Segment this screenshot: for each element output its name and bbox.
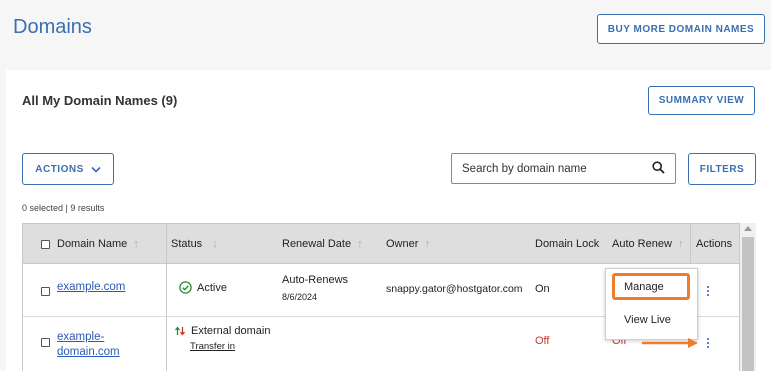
chevron-down-icon bbox=[91, 166, 101, 173]
column-header-domain-name[interactable]: Domain Name ↑ bbox=[57, 224, 139, 264]
column-label: Actions bbox=[696, 238, 733, 250]
search-input[interactable] bbox=[460, 161, 644, 176]
select-all-checkbox[interactable] bbox=[41, 240, 50, 249]
filters-button[interactable]: FILTERS bbox=[688, 153, 756, 185]
page-title: Domains bbox=[13, 16, 92, 38]
row-actions-menu-icon[interactable] bbox=[706, 336, 710, 350]
actions-dropdown-button[interactable]: ACTIONS bbox=[22, 153, 114, 185]
column-label: Status bbox=[171, 238, 203, 250]
table-header: Domain Name ↑ Status ↓ Renewal Date ↑ Ow… bbox=[23, 224, 739, 371]
sort-up-arrow-icon[interactable]: ↑ bbox=[133, 238, 139, 250]
results-count: 0 selected | 9 results bbox=[22, 203, 105, 213]
column-header-owner[interactable]: Owner ↑ bbox=[386, 224, 430, 264]
scroll-up-arrow-icon[interactable] bbox=[744, 226, 752, 231]
manage-highlight-box bbox=[612, 273, 690, 300]
status-text: External domain bbox=[191, 325, 271, 337]
column-label: Domain Name bbox=[57, 238, 128, 250]
check-circle-icon bbox=[179, 281, 192, 294]
domain-link-group[interactable]: example- domain.com bbox=[57, 330, 120, 360]
table-scrollbar[interactable] bbox=[740, 223, 756, 371]
column-header-auto-renew[interactable]: Auto Renew ↑ bbox=[612, 224, 683, 264]
column-label: Domain Lock bbox=[535, 238, 600, 250]
transfer-arrows-icon bbox=[174, 326, 186, 336]
sort-up-arrow-icon[interactable]: ↑ bbox=[424, 238, 430, 250]
renewal-date: 8/6/2024 bbox=[282, 292, 318, 302]
column-header-renewal-date[interactable]: Renewal Date ↑ bbox=[282, 224, 363, 264]
buy-more-domain-names-button[interactable]: BUY MORE DOMAIN NAMES bbox=[597, 14, 765, 44]
transfer-in-link[interactable]: Transfer in bbox=[190, 341, 235, 352]
search-icon[interactable] bbox=[652, 161, 665, 174]
scrollbar-thumb[interactable] bbox=[742, 237, 754, 371]
pointer-arrow-icon bbox=[642, 338, 698, 348]
actions-label: ACTIONS bbox=[35, 163, 84, 175]
view-live-menu-item[interactable]: View Live bbox=[624, 314, 671, 326]
column-label: Auto Renew bbox=[612, 238, 672, 250]
row-actions-menu-icon[interactable] bbox=[706, 284, 710, 298]
sort-down-arrow-icon[interactable]: ↓ bbox=[212, 238, 218, 250]
row-checkbox[interactable] bbox=[41, 287, 50, 296]
domain-link[interactable]: example- bbox=[57, 331, 104, 343]
status-cell: Active bbox=[179, 281, 227, 294]
domain-link[interactable]: domain.com bbox=[57, 346, 120, 358]
status-text: Active bbox=[197, 281, 227, 294]
column-header-actions: Actions bbox=[696, 224, 732, 264]
column-label: Renewal Date bbox=[282, 238, 352, 250]
column-header-domain-lock: Domain Lock bbox=[535, 224, 599, 264]
column-header-status[interactable]: Status ↓ bbox=[171, 224, 218, 264]
owner-email: snappy.gator@hostgator.com bbox=[386, 283, 523, 295]
summary-view-button[interactable]: SUMMARY VIEW bbox=[648, 86, 755, 115]
card-title: All My Domain Names (9) bbox=[22, 93, 178, 108]
sort-up-arrow-icon[interactable]: ↑ bbox=[357, 238, 363, 250]
search-box[interactable] bbox=[451, 153, 676, 184]
status-cell: External domain bbox=[174, 325, 271, 337]
domain-link[interactable]: example.com bbox=[57, 281, 125, 293]
column-label: Owner bbox=[386, 238, 419, 250]
row-checkbox[interactable] bbox=[41, 338, 50, 347]
domain-lock-value: Off bbox=[535, 335, 550, 347]
domain-lock-value: On bbox=[535, 283, 550, 295]
sort-up-arrow-icon[interactable]: ↑ bbox=[678, 238, 684, 250]
column-divider bbox=[690, 224, 691, 264]
renewal-status: Auto-Renews bbox=[282, 274, 349, 286]
